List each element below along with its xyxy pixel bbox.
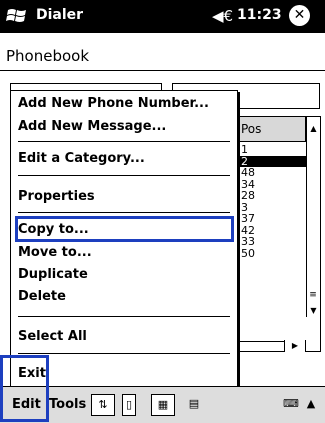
close-icon[interactable]: ✕ [289, 5, 310, 26]
scroll-up-icon[interactable]: ▲ [307, 123, 320, 135]
menu-item-move-to[interactable]: Move to... [18, 245, 92, 260]
scroll-thumb[interactable]: ≡ [307, 287, 319, 303]
phonebook-list[interactable]: Pos 1 2 48 34 28 3 37 42 33 50 ▲ ≡ ▼ ▶ [235, 116, 321, 352]
divider [0, 70, 325, 71]
list-item[interactable]: 33 [236, 236, 306, 248]
app-title: Dialer [36, 7, 84, 23]
highlight-box-copy-to [15, 216, 234, 242]
horizontal-scrollbar[interactable]: ▶ [236, 340, 306, 352]
keypad-icon[interactable]: ▦ [151, 394, 175, 416]
tools-menu-button[interactable]: Tools [49, 397, 86, 412]
menu-separator [18, 175, 230, 176]
menu-separator [18, 141, 230, 142]
column-header-pos[interactable]: Pos [236, 117, 306, 142]
clock[interactable]: 11:23 [237, 7, 282, 23]
keyboard-icon[interactable]: ⌨ [280, 394, 302, 414]
list-item[interactable]: 37 [236, 213, 306, 225]
list-rows: 1 2 48 34 28 3 37 42 33 50 [236, 144, 306, 259]
menu-item-add-new-phone-number[interactable]: Add New Phone Number... [18, 96, 209, 111]
menu-item-properties[interactable]: Properties [18, 189, 95, 204]
scroll-right-icon[interactable]: ▶ [284, 340, 306, 352]
menu-item-add-new-message[interactable]: Add New Message... [18, 119, 166, 134]
menu-item-edit-category[interactable]: Edit a Category... [18, 151, 145, 166]
windows-start-icon[interactable] [6, 6, 28, 26]
phone-icon[interactable]: ▯ [122, 394, 136, 416]
menu-item-select-all[interactable]: Select All [18, 329, 87, 344]
highlight-box-edit [0, 355, 49, 422]
list-item[interactable]: 48 [236, 167, 306, 179]
list-item[interactable]: 28 [236, 190, 306, 202]
title-bar: Dialer ◀€ 11:23 ✕ [0, 0, 325, 33]
sort-icon[interactable]: ⇅ [91, 394, 115, 416]
page-title: Phonebook [6, 47, 90, 65]
list-item[interactable]: 1 [236, 144, 306, 156]
input-panel-arrow-icon[interactable]: ▲ [304, 394, 318, 414]
edit-menu: Add New Phone Number... Add New Message.… [10, 90, 238, 388]
menu-separator [18, 212, 230, 213]
speaker-icon[interactable]: ◀€ [212, 7, 233, 25]
list-item[interactable]: 50 [236, 247, 306, 260]
menu-separator [18, 316, 230, 317]
menu-item-duplicate[interactable]: Duplicate [18, 267, 88, 282]
scroll-down-icon[interactable]: ▼ [307, 305, 320, 317]
menu-separator [18, 353, 230, 354]
menu-item-delete[interactable]: Delete [18, 289, 66, 304]
vertical-scrollbar[interactable]: ▲ ≡ ▼ [306, 117, 320, 317]
notes-icon[interactable]: ▤ [183, 394, 205, 414]
